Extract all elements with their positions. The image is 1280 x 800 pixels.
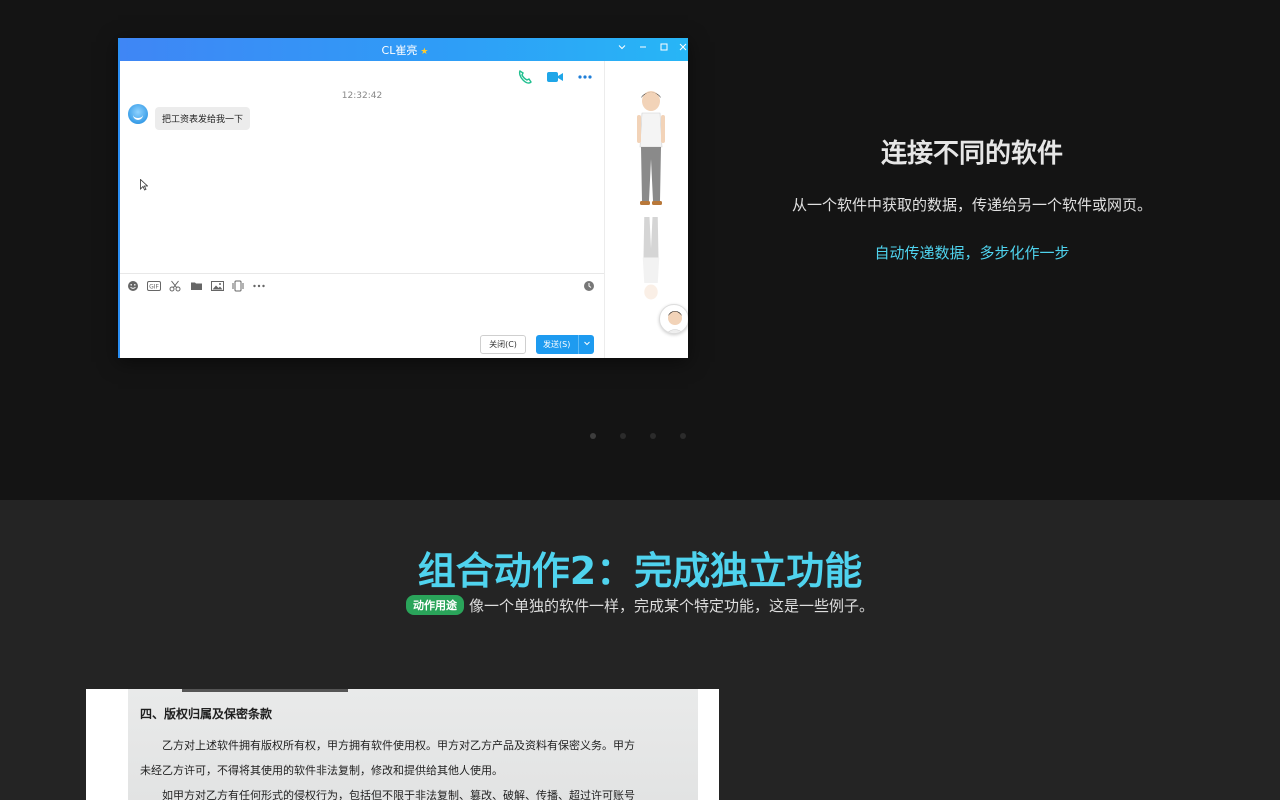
message-bubble: 把工资表发给我一下: [155, 107, 251, 130]
chat-titlebar: CL崔亮 ★: [120, 38, 688, 61]
section-subtitle: 像一个单独的软件一样，完成某个特定功能，这是一些例子。: [468, 597, 874, 615]
carousel-dot-1[interactable]: [590, 433, 596, 439]
carousel-dot-3[interactable]: [650, 433, 656, 439]
svg-text:GIF: GIF: [149, 284, 159, 291]
send-options-arrow-icon[interactable]: [578, 335, 594, 354]
feature-showcase: CL崔亮 ★ 12:32:42 把工资表发给我一下 GIF 关闭(C) 发送(S…: [0, 0, 1280, 500]
document-line-1: 乙方对上述软件拥有版权所有权，甲方拥有软件使用权。甲方对乙方产品及资料有保密义务…: [162, 739, 635, 752]
screen-shake-icon[interactable]: [231, 280, 245, 294]
close-chat-button[interactable]: 关闭(C): [480, 335, 526, 354]
scissors-icon[interactable]: [168, 280, 182, 294]
section-title: 组合动作2：完成独立功能: [417, 549, 863, 593]
input-toolbar: GIF: [126, 280, 266, 294]
chevron-down-icon[interactable]: [614, 41, 630, 57]
maximize-icon[interactable]: [656, 41, 672, 57]
message-timestamp: 12:32:42: [341, 91, 383, 101]
independent-function-section: 组合动作2：完成独立功能 动作用途 像一个单独的软件一样，完成某个特定功能，这是一…: [0, 500, 1280, 800]
usage-tag-badge: 动作用途: [405, 595, 464, 615]
document-line-3: 如甲方对乙方有任何形式的侵权行为，包括但不限于非法复制、篡改、破解、传播、超过许…: [162, 789, 635, 800]
feature-description: 从一个软件中获取的数据，传递给另一个软件或网页。: [791, 196, 1152, 214]
minimize-icon[interactable]: [635, 41, 651, 57]
document-heading: 四、版权归属及保密条款: [140, 707, 273, 721]
document-paper: 四、版权归属及保密条款 乙方对上述软件拥有版权所有权，甲方拥有软件使用权。甲方对…: [128, 689, 698, 800]
send-button[interactable]: 发送(S): [536, 335, 594, 354]
chat-window-screenshot: CL崔亮 ★ 12:32:42 把工资表发给我一下 GIF 关闭(C) 发送(S…: [118, 38, 688, 358]
document-preview: 四、版权归属及保密条款 乙方对上述软件拥有版权所有权，甲方拥有软件使用权。甲方对…: [86, 689, 719, 800]
history-clock-icon[interactable]: [582, 280, 596, 294]
close-icon[interactable]: [675, 41, 688, 57]
feature-highlight: 自动传递数据，多步化作一步: [874, 244, 1070, 262]
input-divider: [120, 273, 604, 274]
contact-avatar[interactable]: [659, 304, 688, 334]
feature-title: 连接不同的软件: [880, 139, 1063, 169]
chat-main-pane: 12:32:42 把工资表发给我一下 GIF 关闭(C) 发送(S): [120, 61, 604, 358]
folder-icon[interactable]: [189, 280, 203, 294]
more-tools-icon[interactable]: [252, 280, 266, 294]
sender-avatar[interactable]: [128, 104, 148, 124]
carousel-dot-4[interactable]: [680, 433, 686, 439]
chat-title: CL崔亮 ★: [120, 42, 688, 58]
gif-icon[interactable]: GIF: [147, 280, 161, 294]
section-subtitle-row: 动作用途 像一个单独的软件一样，完成某个特定功能，这是一些例子。: [0, 595, 1280, 616]
avatar-figure-icon: [637, 91, 665, 205]
document-underline: [182, 689, 348, 692]
carousel-dot-2[interactable]: [620, 433, 626, 439]
star-icon: ★: [420, 47, 429, 57]
show-panel: [604, 61, 688, 358]
video-call-icon[interactable]: [546, 69, 564, 87]
send-button-label: 发送(S): [543, 340, 571, 349]
avatar-reflection-icon: [642, 217, 660, 300]
document-line-2: 未经乙方许可，不得将其使用的软件非法复制，修改和提供给其他人使用。: [140, 764, 503, 777]
phone-call-icon[interactable]: [516, 69, 534, 87]
mouse-cursor-icon: [140, 179, 148, 191]
image-icon[interactable]: [210, 280, 224, 294]
more-options-icon[interactable]: [576, 69, 594, 87]
emoji-icon[interactable]: [126, 280, 140, 294]
carousel-dots: [590, 433, 686, 439]
chat-contact-name: CL崔亮: [381, 44, 418, 57]
chat-call-tools: [516, 69, 594, 87]
